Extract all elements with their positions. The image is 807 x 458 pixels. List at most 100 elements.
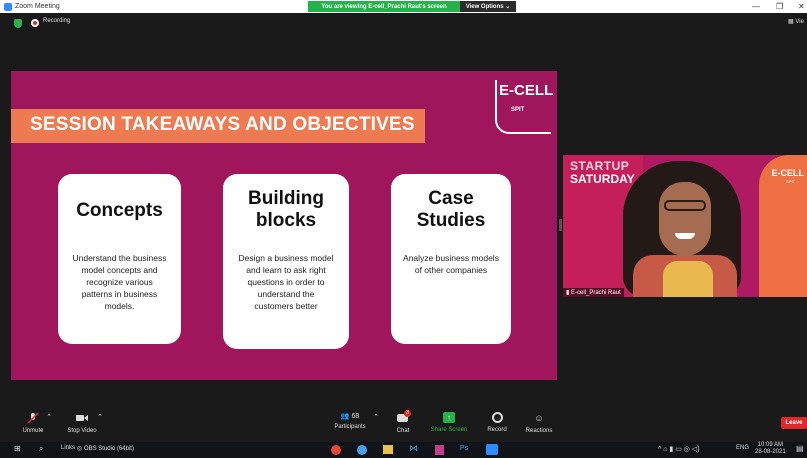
card-body-line: patterns in business [81,289,158,299]
microphone-muted-icon [27,412,39,424]
card-body-line: Design a business model [238,253,334,263]
reactions-button[interactable]: ☺ Reactions [523,412,555,434]
chat-label: Chat [396,428,410,434]
participant-video[interactable]: STARTUP SATURDAY E-CELL SPIT ▮ E-cell_Pr… [563,155,807,297]
participant-name-tag: ▮ E-cell_Prachi Raut [563,288,624,297]
video-camera-icon [76,415,88,421]
obs-taskbar-item[interactable]: ◎ OBS Studio (64bit) [77,445,134,452]
recording-icon [31,19,39,27]
recording-label: Recording [43,18,71,24]
record-icon [491,412,503,423]
participants-icon: 👥 68 [340,413,360,420]
leave-button[interactable]: Leave [781,417,807,429]
chat-button[interactable]: 3 Chat [390,410,416,434]
slide-title: SESSION TAKEAWAYS AND OBJECTIVES [30,114,415,135]
card-body-line: of other companies [414,265,488,275]
participant-face [659,182,711,256]
zoom-app-icon [4,2,12,11]
participants-count: 68 [351,413,360,420]
card-body-line: Understand the business [72,253,167,263]
reactions-label: Reactions [525,428,553,434]
signal-icon: ▮ [566,290,570,296]
windows-taskbar: ⊞ ⌕ Links ◎ OBS Studio (64bit) ⋈ Ps ^ ⌂ … [0,442,807,458]
windows-start-icon[interactable]: ⊞ [14,444,21,453]
card-title-line: Studies [416,210,486,231]
viewing-screen-banner: You are viewing E-cell_Prachi Raut's scr… [308,1,460,12]
clock[interactable]: 10:09 AM 28-08-2021 [755,442,786,456]
obs-taskbar-label: OBS Studio (64bit) [83,446,134,452]
clock-time: 10:09 AM [757,442,784,448]
virtual-bg-saturday-text: SATURDAY [570,172,635,186]
close-icon[interactable]: ✕ [798,0,805,13]
virtual-bg-ecell-text: E-CELL [771,168,805,178]
system-tray-icons[interactable]: ^ ⌂ ▮ ▭ ◎ ◁) [658,445,700,453]
notifications-icon[interactable]: ▤ [796,444,804,453]
card-body-line: recognize various [86,277,153,287]
chrome-app-icon[interactable] [331,445,341,455]
chat-icon: 3 [397,410,411,424]
card-body-line: model concepts and [81,265,158,275]
audio-options-chevron-icon[interactable]: ^ [44,414,54,420]
participant-smile [675,233,695,239]
photoshop-icon[interactable]: Ps [460,445,468,452]
powerpoint-icon[interactable] [435,445,444,455]
card-title: Building blocks [223,188,349,232]
card-body-line: Analyze business models [403,253,499,263]
participants-label: Participants [334,424,366,430]
share-screen-button[interactable]: ↑ Share Screen [429,412,469,433]
zoom-taskbar-icon[interactable] [486,444,498,455]
card-body-line: questions in order to [247,277,325,287]
grid-icon: ▦ [788,19,794,25]
meeting-topbar [0,13,807,33]
search-icon[interactable]: ⌕ [39,444,43,454]
virtual-bg-startup-text: STARTUP [570,159,630,173]
unmute-label: Unmute [22,428,44,434]
card-title-line: Concepts [76,200,163,221]
participant-scarf-pattern [663,261,713,297]
participant-glasses [664,200,706,211]
card-title-line: blocks [255,210,317,231]
ecell-logo-text: E-CELL [499,82,554,99]
card-building-blocks: Building blocks Design a business model … [223,174,349,349]
card-body-line: customers better [254,301,318,311]
card-concepts: Concepts Understand the business model c… [58,174,181,344]
card-body-line: models. [104,301,135,311]
participants-button[interactable]: 👥 68 Participants [330,412,370,430]
links-toolbar-label[interactable]: Links [61,445,75,451]
card-body: Design a business model and learn to ask… [229,252,343,312]
view-options-button[interactable]: View Options ⌄ [460,1,516,12]
card-title-line: Case [428,188,474,209]
ecell-logo-sub: SPIT [511,107,525,113]
shared-screen-slide: E-CELL SPIT SESSION TAKEAWAYS AND OBJECT… [11,71,557,380]
card-title: Case Studies [391,188,511,232]
video-options-chevron-icon[interactable]: ^ [95,414,105,420]
participant-name: E-cell_Prachi Raut [570,290,621,296]
maximize-icon[interactable]: ❐ [776,0,783,13]
file-explorer-icon[interactable] [383,445,393,454]
vscode-icon[interactable]: ⋈ [409,443,418,454]
card-body-line: understand the [257,289,315,299]
obs-icon: ◎ [77,446,83,452]
share-screen-icon: ↑ [443,412,455,423]
view-menu-label[interactable]: ▦ Vie [788,18,804,25]
participants-chevron-icon[interactable]: ^ [371,414,381,420]
window-title: Zoom Meeting [15,3,60,10]
card-title-line: Building [248,188,324,209]
minimize-icon[interactable]: — [752,0,760,13]
record-label: Record [487,427,507,433]
reactions-icon: ☺ [534,413,544,423]
browser-app-icon[interactable] [357,445,367,455]
split-view-handle[interactable] [559,219,562,231]
input-language[interactable]: ENG [736,445,749,451]
share-screen-label: Share Screen [430,427,468,433]
security-shield-icon[interactable] [14,19,22,28]
meeting-toolbar: Unmute ^ Stop Video ^ 👥 68 Participants … [0,410,807,442]
card-title: Concepts [58,200,181,222]
chat-badge: 3 [404,410,411,417]
record-button[interactable]: Record [484,412,510,433]
card-case-studies: Case Studies Analyze business models of … [391,174,511,344]
card-body: Understand the business model concepts a… [64,252,175,312]
card-body: Analyze business models of other compani… [397,252,505,276]
card-body-line: and learn to ask right [246,265,326,275]
virtual-bg-ecell-sub: SPIT [786,179,795,184]
